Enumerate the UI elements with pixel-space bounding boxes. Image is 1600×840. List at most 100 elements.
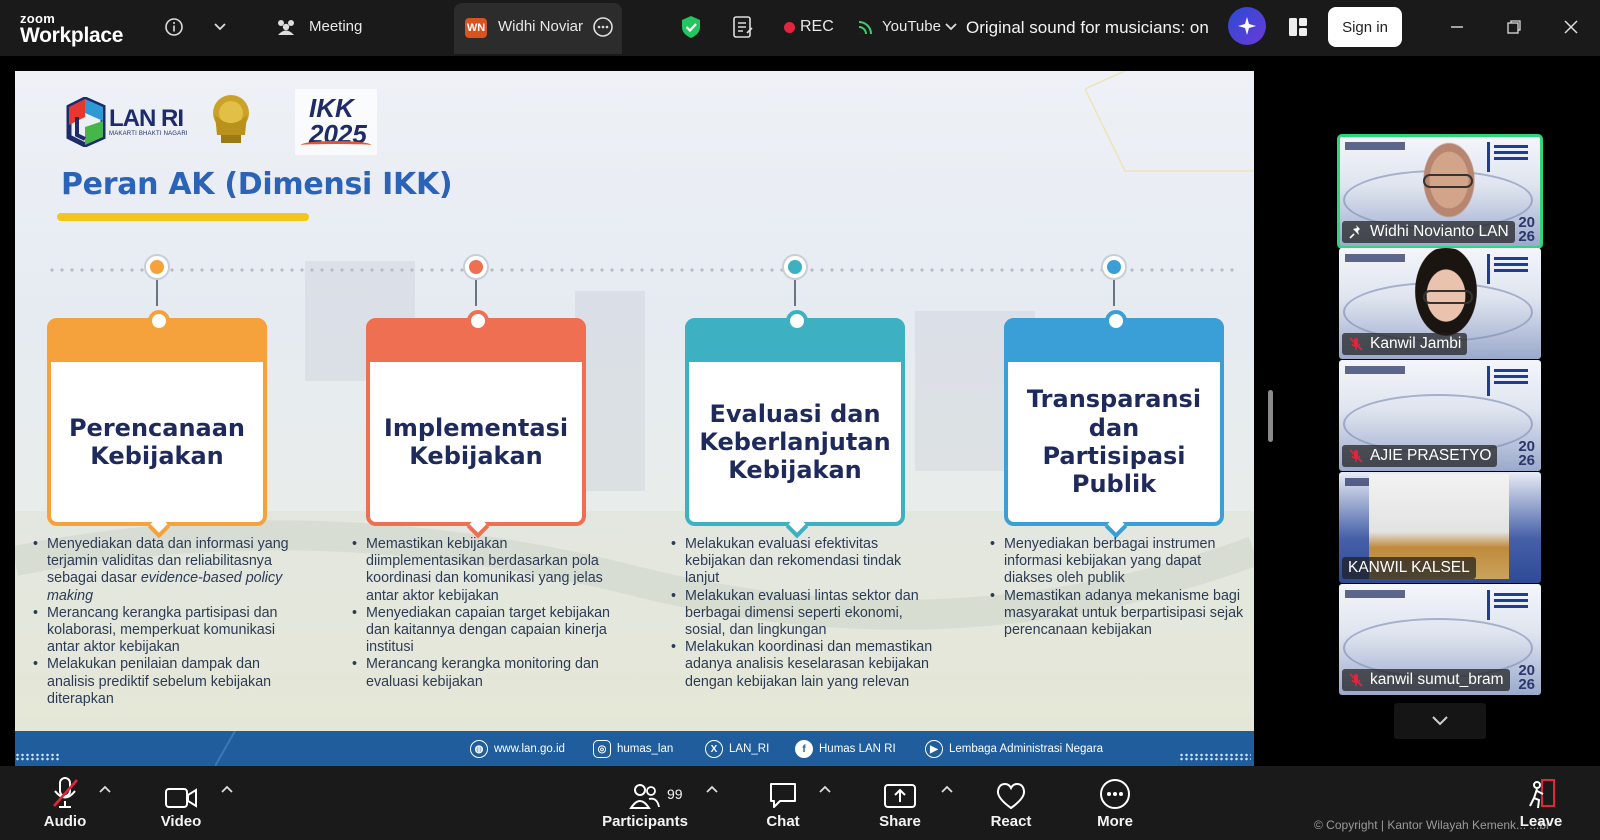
view-layout-icon[interactable] [1285,14,1311,40]
role-bullet-list: Melakukan evaluasi efektivitas kebijakan… [671,536,933,691]
restore-icon[interactable] [1501,14,1527,40]
notes-icon[interactable] [730,14,756,40]
video-tile[interactable]: 20 26 Widhi Novianto LAN [1337,134,1543,249]
lan-ri-logo: LAN RI MAKARTI BHAKTI NAGARI [65,96,188,148]
share-button[interactable]: Share [855,774,945,830]
meeting-tab[interactable]: Meeting [309,18,362,35]
slide-title: Peran AK (Dimensi IKK) [61,167,453,202]
share-label: Share [879,813,921,830]
participants-button[interactable]: Participants [600,774,690,830]
participant-nameplate: kanwil sumut_bram [1342,669,1510,691]
facebook-icon: f [795,740,813,758]
video-tile[interactable]: KANWIL KALSEL [1339,472,1541,583]
recording-indicator [784,22,795,33]
participant-name: KANWIL KALSEL [1348,559,1470,576]
chat-bubble-icon [770,783,796,808]
ai-companion-button[interactable] [1228,7,1266,45]
lan-logo-tagline: MAKARTI BHAKTI NAGARI [109,131,188,137]
zoom-workplace-logo: zoom Workplace [20,12,123,46]
video-tile[interactable]: 20 26 kanwil sumut_bram [1339,584,1541,695]
share-screen-icon [884,784,916,808]
original-sound-toggle[interactable]: Original sound for musicians: on [966,18,1209,38]
more-options-icon[interactable] [590,14,616,40]
react-label: React [990,813,1032,830]
timeline-pin [1101,254,1127,280]
ikk-2025-logo: IKK 2025 [295,89,377,155]
video-options-caret-icon[interactable] [220,784,234,794]
role-card: Evaluasi dan Keberlanjutan Kebijakan [685,310,905,539]
video-button[interactable]: Video [136,774,226,830]
chat-options-caret-icon[interactable] [818,784,832,794]
more-button[interactable]: More [1070,774,1160,830]
lan-logo-mark [66,97,106,147]
security-shield-icon[interactable] [678,14,704,40]
footer-website: ◍ www.lan.go.id [470,740,565,758]
timeline-pin [782,254,808,280]
video-label: Video [160,813,202,830]
participant-name: Kanwil Jambi [1370,335,1462,352]
heart-icon [996,782,1026,810]
video-tile[interactable]: Kanwil Jambi [1339,248,1541,359]
gallery-next-page-button[interactable] [1394,703,1486,739]
globe-icon: ◍ [470,740,488,758]
bullet-item: Menyediakan capaian target kebijakan dan… [352,605,614,657]
role-card: Transparansi dan Partisipasi Publik [1004,310,1224,539]
hexagon-decoration [1085,71,1254,172]
bullet-item: Memastikan kebijakan diimplementasikan b… [352,536,614,605]
active-speaker-tab-label[interactable]: Widhi Noviar [498,18,584,35]
meeting-controls-bar: Audio Video Participants 99 Chat Share R… [0,766,1600,840]
bullet-item: Memastikan adanya mekanisme bagi masyara… [990,588,1252,640]
gallery-splitter-handle[interactable] [1268,390,1273,442]
role-card-title: Transparansi dan Partisipasi Publik [1026,385,1202,499]
bullet-item: Menyediakan data dan informasi yang terj… [33,536,295,605]
bullet-item: Melakukan koordinasi dan memastikan adan… [671,639,933,691]
top-bar: zoom Workplace Meeting WN Widhi Noviar R… [0,0,1600,56]
sparkle-icon [1238,17,1256,35]
role-card-title: Evaluasi dan Keberlanjutan Kebijakan [699,399,891,485]
participants-count-badge: 99 [667,786,683,802]
chevron-down-icon[interactable] [207,14,233,40]
role-bullet-list: Menyediakan berbagai instrumen informasi… [990,536,1252,639]
stream-chevron-down-icon[interactable] [938,14,964,40]
audio-options-caret-icon[interactable] [98,784,112,794]
x-twitter-icon: X [705,740,723,758]
muted-mic-icon [53,777,78,808]
video-tile[interactable]: 20 26 AJIE PRASETYO [1339,360,1541,471]
sign-in-button[interactable]: Sign in [1328,7,1402,47]
stream-platform-label[interactable]: YouTube [882,18,941,35]
bullet-item: Melakukan evaluasi efektivitas kebijakan… [671,536,933,588]
role-bullet-list: Memastikan kebijakan diimplementasikan b… [352,536,614,691]
timeline-pin [463,254,489,280]
role-card: Implementasi Kebijakan [366,310,586,539]
speaker-avatar-badge: WN [465,18,487,38]
title-underline [57,213,309,221]
lan-logo-text: LAN RI [109,105,184,132]
footer-x: X LAN_RI [705,740,769,758]
audio-button[interactable]: Audio [20,774,110,830]
bullet-item: Menyediakan berbagai instrumen informasi… [990,536,1252,588]
participants-options-caret-icon[interactable] [705,784,719,794]
recording-label[interactable]: REC [800,18,834,36]
brand-bottom: Workplace [20,24,124,47]
role-card-title: Implementasi Kebijakan [383,413,569,470]
chat-label: Chat [766,813,800,830]
bullet-item: Melakukan penilaian dampak dan analisis … [33,656,295,708]
leave-button[interactable]: Leave [1496,774,1586,830]
share-options-caret-icon[interactable] [940,784,954,794]
slide-footer-bar: ◍ www.lan.go.id ◎ humas_lan X LAN_RI f Humas… [15,731,1254,766]
participant-name: Widhi Novianto LAN [1370,223,1509,240]
minimize-icon[interactable] [1444,14,1470,40]
muted-mic-icon [1349,673,1363,687]
react-button[interactable]: React [966,774,1056,830]
chevron-down-icon [1432,716,1448,726]
chat-button[interactable]: Chat [738,774,828,830]
shared-screen-slide: LAN RI MAKARTI BHAKTI NAGARI IKK 2025 Pe… [15,71,1254,766]
close-icon[interactable] [1558,14,1584,40]
year-watermark: 20 26 [1518,438,1535,469]
pin-icon [1349,225,1360,239]
role-card-title: Perencanaan Kebijakan [68,413,246,470]
meeting-icon[interactable] [273,14,299,40]
info-icon[interactable] [161,14,187,40]
participant-nameplate: AJIE PRASETYO [1342,445,1498,467]
participant-nameplate: Widhi Novianto LAN [1342,221,1515,243]
